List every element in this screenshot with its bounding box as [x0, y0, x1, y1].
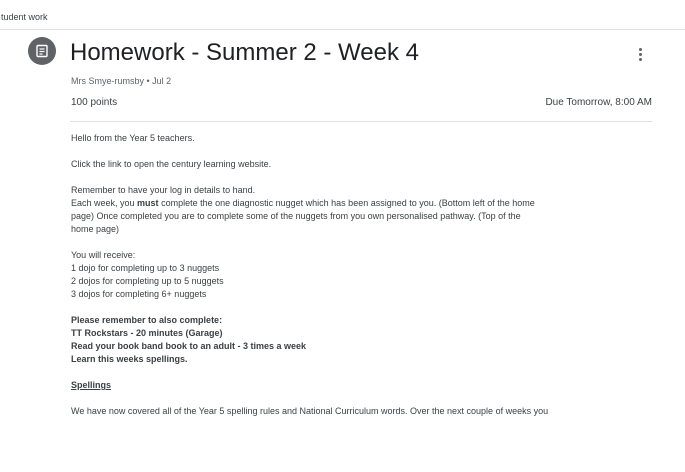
- greeting-text: Hello from the Year 5 teachers.: [71, 133, 195, 143]
- assignment-points: 100 points: [71, 97, 118, 108]
- assignment-instructions: Hello from the Year 5 teachers. Click th…: [71, 132, 651, 418]
- receive-heading: You will receive:: [71, 250, 136, 260]
- receive-item: 3 dojos for completing 6+ nuggets: [71, 289, 207, 299]
- each-week-text-2: page) Once completed you are to complete…: [71, 211, 521, 221]
- tab-divider: [0, 29, 685, 30]
- tab-bar: tudent work: [0, 0, 685, 30]
- header-divider: [70, 121, 652, 122]
- also-item: Learn this weeks spellings.: [71, 354, 188, 364]
- also-item: TT Rockstars - 20 minutes (Garage): [71, 328, 223, 338]
- link-instruction-text: Click the link to open the century learn…: [71, 159, 272, 169]
- more-options-icon[interactable]: [630, 44, 650, 64]
- spellings-text: We have now covered all of the Year 5 sp…: [71, 406, 549, 416]
- spellings-heading: Spellings: [71, 380, 112, 390]
- receive-item: 1 dojo for completing up to 3 nuggets: [71, 263, 220, 273]
- receive-item: 2 dojos for completing up to 5 nuggets: [71, 276, 224, 286]
- each-week-text-3: home page): [71, 224, 120, 234]
- each-week-text: Each week, you must complete the one dia…: [71, 198, 535, 208]
- assignment-page: tudent work Homework - Summer 2 - Week 4…: [0, 0, 685, 472]
- tab-student-work[interactable]: tudent work: [1, 12, 48, 22]
- remember-text: Remember to have your log in details to …: [71, 185, 256, 195]
- due-date: Due Tomorrow, 8:00 AM: [545, 97, 652, 108]
- assignment-icon: [28, 37, 56, 65]
- assignment-title: Homework - Summer 2 - Week 4: [70, 39, 419, 66]
- also-heading: Please remember to also complete:: [71, 315, 223, 325]
- also-item: Read your book band book to an adult - 3…: [71, 341, 307, 351]
- assignment-meta: Mrs Smye-rumsby • Jul 2: [71, 76, 172, 86]
